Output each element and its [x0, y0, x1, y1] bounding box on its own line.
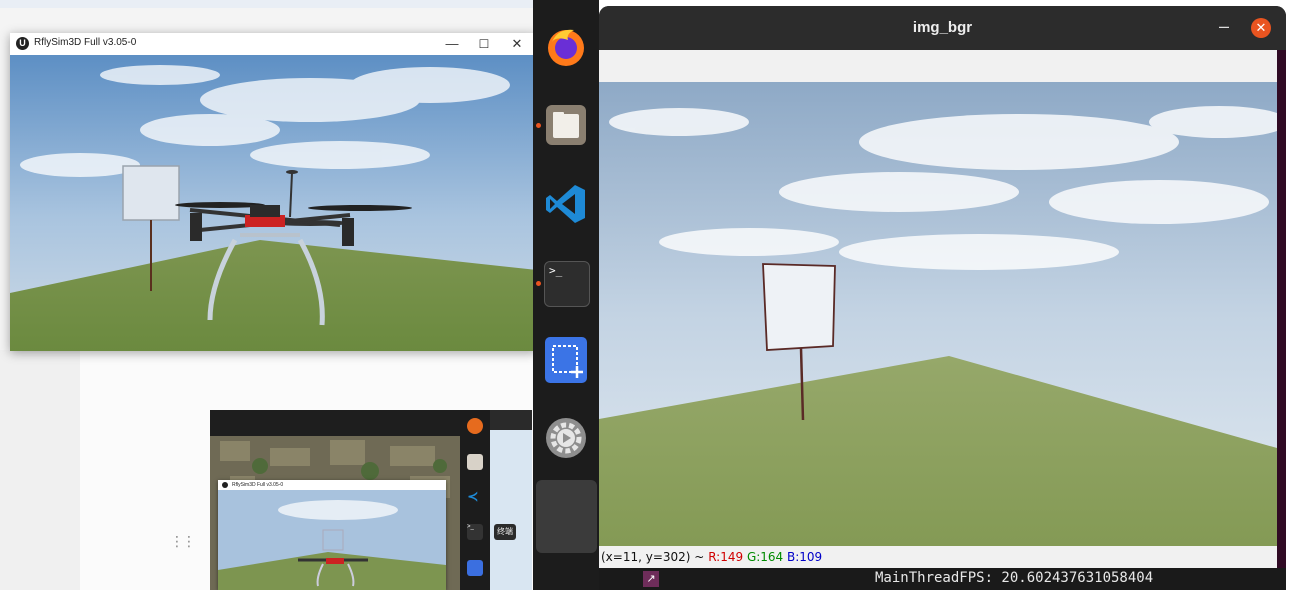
rflysim-titlebar[interactable]: U RflySim3D Full v3.05-0 — ☐ ✕ [10, 33, 537, 55]
dock-screenshot-button[interactable] [544, 336, 588, 383]
nested-rflysim-window: RflySim3D Full v3.05-0 [218, 480, 446, 590]
firefox-icon [548, 29, 584, 66]
nested-terminal-icon: >_ [467, 524, 483, 540]
dock-vscode-button[interactable] [544, 182, 588, 226]
drag-handle-icon[interactable]: ⋮⋮ [170, 533, 196, 550]
nested-files-icon [467, 454, 483, 470]
dock-terminal-button[interactable]: >_ [544, 261, 590, 307]
terminal-background-edge [1277, 50, 1286, 590]
dock-active-app-slot[interactable] [536, 480, 597, 553]
img-bgr-image-view[interactable] [599, 82, 1277, 546]
rflysim-close-button[interactable]: ✕ [503, 35, 531, 53]
nested-firefox-icon [467, 418, 483, 434]
img-bgr-minimize-button[interactable]: – [1219, 16, 1229, 37]
ubuntu-dock: >_ [533, 0, 599, 590]
dock-settings-button[interactable] [544, 416, 588, 460]
img-bgr-close-button[interactable]: ✕ [1251, 18, 1271, 38]
rflysim-window[interactable]: U RflySim3D Full v3.05-0 — ☐ ✕ [10, 33, 537, 351]
rflysim-3d-viewport[interactable] [10, 55, 537, 351]
unreal-logo-icon: U [16, 37, 29, 50]
img-bgr-window[interactable]: img_bgr – ✕ (x=11, y=302) ~ R:149 G:164 … [599, 6, 1286, 590]
nested-window-title: RflySim3D Full v3.05-0 [232, 482, 284, 488]
fps-output-line: MainThreadFPS: 20.602437631058404 [875, 570, 1154, 586]
blue-value: B:109 [787, 550, 823, 564]
terminal-arrow-icon: ↗ [643, 571, 659, 587]
cursor-position: (x=11, y=302) ~ [601, 550, 705, 564]
nested-screenshot-icon [467, 560, 483, 576]
vscode-icon [546, 185, 585, 223]
rflysim-window-title: RflySim3D Full v3.05-0 [34, 37, 137, 48]
rflysim-minimize-button[interactable]: — [438, 35, 466, 53]
img-bgr-titlebar[interactable]: img_bgr – ✕ [599, 6, 1286, 50]
drone-scene [10, 55, 537, 351]
nested-dock: ≺ >_ [460, 410, 490, 590]
dock-firefox-button[interactable] [544, 24, 588, 68]
nested-terminal-tooltip: 终端 [494, 524, 516, 540]
rflysim-maximize-button[interactable]: ☐ [470, 35, 498, 53]
terminal-output: ↗ MainThreadFPS: 20.602437631058404 [599, 568, 1286, 590]
nested-screen-preview: RflySim3D Full v3.05-0 ≺ >_ 终端 [210, 410, 532, 590]
nested-vscode-icon: ≺ [467, 488, 479, 504]
screenshot-icon [545, 337, 587, 383]
files-running-indicator [536, 123, 541, 128]
dock-files-button[interactable] [544, 103, 588, 147]
img-bgr-toolbar [599, 50, 1277, 82]
img-bgr-window-title: img_bgr [912, 19, 973, 36]
camera-image [599, 82, 1277, 546]
terminal-running-indicator [536, 281, 541, 286]
background-sidebar [0, 350, 80, 590]
terminal-icon: >_ [549, 264, 563, 277]
settings-icon [546, 418, 586, 458]
files-icon [546, 105, 586, 145]
pixel-status-bar: (x=11, y=302) ~ R:149 G:164 B:109 [599, 546, 1279, 568]
desktop-top-strip [0, 0, 540, 8]
red-value: R:149 [708, 550, 744, 564]
green-value: G:164 [746, 550, 784, 564]
